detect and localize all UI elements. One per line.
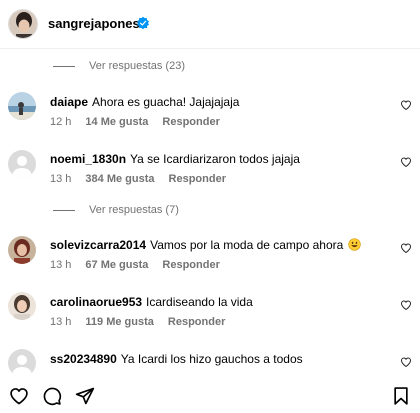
- comment-avatar[interactable]: [8, 150, 36, 178]
- share-icon[interactable]: [75, 386, 95, 406]
- comment-avatar[interactable]: [8, 92, 36, 120]
- replies-divider: [53, 65, 75, 67]
- comment-likes[interactable]: 14 Me gusta: [85, 116, 148, 128]
- comment-text: noemi_1830n Ya se Icardiarizaron todos ja…: [50, 152, 300, 166]
- like-comment-icon[interactable]: [400, 356, 412, 368]
- comment-text: daiape Ahora es guacha! Jajajajaja: [50, 95, 239, 109]
- post-action-bar: [0, 380, 420, 413]
- comment-text: ss20234890 Ya Icardi los hizo gauchos a t…: [50, 352, 303, 366]
- comment-username[interactable]: carolinaorue953: [50, 295, 142, 309]
- comment-body: Icardiseando la vida: [146, 295, 253, 309]
- comment-body: Ya se Icardiarizaron todos jajaja: [130, 152, 300, 166]
- comment-meta: 13 h 67 Me gusta Responder: [50, 259, 234, 272]
- reply-button[interactable]: Responder: [168, 316, 225, 328]
- like-comment-icon[interactable]: [400, 99, 412, 111]
- comment-meta: 13 h 384 Me gusta Responder: [50, 173, 240, 186]
- comment-username[interactable]: noemi_1830n: [50, 152, 126, 166]
- comment-time: 12 h: [50, 116, 72, 128]
- reply-button[interactable]: Responder: [169, 173, 226, 185]
- comment-text: carolinaorue953 Icardiseando la vida: [50, 295, 253, 309]
- comment-time: 13 h: [50, 259, 72, 271]
- bookmark-icon[interactable]: [391, 386, 411, 406]
- comment-username[interactable]: ss20234890: [50, 352, 117, 366]
- scroll-fade: [0, 370, 420, 380]
- view-replies-button[interactable]: Ver respuestas (7): [53, 203, 179, 217]
- comment-time: 13 h: [50, 173, 72, 185]
- comment-body: Vamos por la moda de campo ahora: [150, 238, 344, 252]
- comment-likes[interactable]: 384 Me gusta: [85, 173, 154, 185]
- author-avatar[interactable]: [8, 9, 38, 39]
- view-replies-button[interactable]: Ver respuestas (23): [53, 59, 185, 73]
- comment-avatar[interactable]: [8, 292, 36, 320]
- comment-likes[interactable]: 119 Me gusta: [85, 316, 153, 328]
- comment-meta: 13 h 119 Me gusta Responder: [50, 316, 239, 329]
- comment-body: Ahora es guacha! Jajajajaja: [92, 95, 240, 109]
- comment-username[interactable]: solevizcarra2014: [50, 238, 146, 252]
- replies-divider: [53, 209, 75, 211]
- like-comment-icon[interactable]: [400, 242, 412, 254]
- post-header: sangrejaponesa: [0, 0, 420, 49]
- heart-icon[interactable]: [9, 386, 29, 406]
- view-replies-label: Ver respuestas (23): [89, 60, 185, 72]
- author-username[interactable]: sangrejaponesa: [48, 16, 147, 32]
- reply-button[interactable]: Responder: [162, 116, 219, 128]
- comment-body: Ya Icardi los hizo gauchos a todos: [120, 352, 303, 366]
- comment-time: 13 h: [50, 316, 72, 328]
- comment-username[interactable]: daiape: [50, 95, 88, 109]
- like-comment-icon[interactable]: [400, 156, 412, 168]
- comment-icon[interactable]: [42, 386, 62, 406]
- comment-avatar[interactable]: [8, 236, 36, 264]
- view-replies-label: Ver respuestas (7): [89, 204, 179, 216]
- reply-button[interactable]: Responder: [162, 259, 219, 271]
- comment-meta: 12 h 14 Me gusta Responder: [50, 116, 234, 129]
- verified-badge-icon: [137, 16, 149, 30]
- grinning-emoji-icon: [348, 238, 361, 251]
- like-comment-icon[interactable]: [400, 299, 412, 311]
- comment-text: solevizcarra2014 Vamos por la moda de cam…: [50, 238, 361, 252]
- comment-likes[interactable]: 67 Me gusta: [85, 259, 148, 271]
